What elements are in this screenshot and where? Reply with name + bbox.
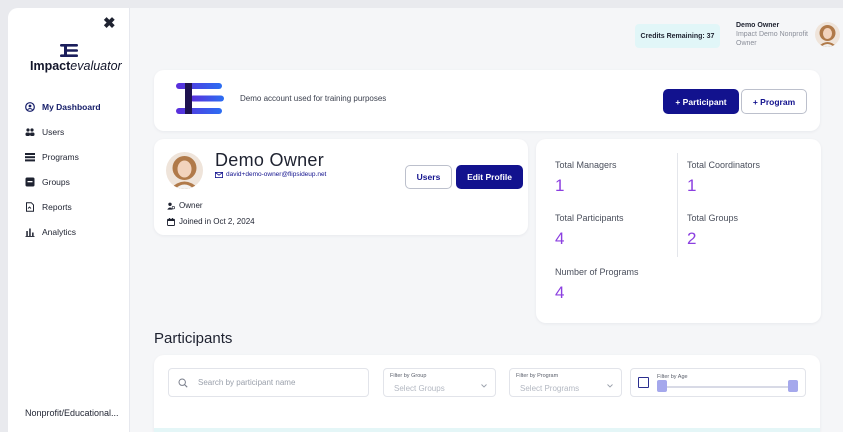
- role-icon: [167, 202, 175, 210]
- organization-selector[interactable]: Nonprofit/Educational...: [25, 408, 119, 418]
- sidebar-item-users[interactable]: Users: [25, 119, 101, 144]
- mail-icon: [215, 171, 223, 178]
- sidebar-item-label: Programs: [42, 151, 79, 162]
- logo-mark-icon: [60, 44, 78, 57]
- impact-logo-icon: [176, 83, 224, 114]
- search-input[interactable]: [198, 378, 348, 387]
- stat-value: 2: [687, 229, 697, 248]
- search-icon: [178, 377, 188, 388]
- demo-banner-card: Demo account used for training purposes …: [154, 70, 820, 131]
- sidebar-item-label: Analytics: [42, 226, 77, 237]
- table-header-stripe: [154, 428, 820, 432]
- profile-name: Demo Owner: [215, 150, 325, 170]
- credits-badge: Credits Remaining: 37: [635, 24, 720, 48]
- sidebar-item-groups[interactable]: Groups: [25, 169, 101, 194]
- avatar[interactable]: [815, 22, 840, 47]
- current-user-info[interactable]: Demo Owner Impact Demo Nonprofit Owner: [736, 21, 808, 48]
- profile-joined: Joined in Oct 2, 2024: [167, 217, 255, 226]
- dashboard-icon: [25, 101, 35, 112]
- sidebar-item-analytics[interactable]: Analytics: [25, 219, 101, 244]
- calendar-icon: [167, 217, 175, 226]
- stat-total-coordinators: Total Coordinators 1: [687, 160, 760, 196]
- stat-total-managers: Total Managers 1: [555, 160, 617, 196]
- participants-filter-card: Filter by Group Select Groups Filter by …: [154, 355, 820, 432]
- profile-joined-text: Joined in Oct 2, 2024: [179, 217, 255, 226]
- stat-value: 1: [687, 176, 697, 195]
- profile-role-text: Owner: [179, 201, 203, 210]
- age-slider-max-handle[interactable]: [788, 380, 798, 392]
- sidebar-item-programs[interactable]: Programs: [25, 144, 101, 169]
- stat-value: 1: [555, 176, 565, 195]
- users-button[interactable]: Users: [405, 165, 452, 189]
- stat-number-of-programs: Number of Programs 4: [555, 267, 639, 303]
- sidebar-item-label: Reports: [42, 201, 72, 212]
- filter-by-group-select[interactable]: Filter by Group Select Groups: [383, 368, 496, 397]
- stat-total-groups: Total Groups 2: [687, 213, 738, 249]
- stat-label: Total Participants: [555, 213, 624, 223]
- stat-label: Total Groups: [687, 213, 739, 223]
- stat-total-participants: Total Participants 4: [555, 213, 624, 249]
- demo-account-notice: Demo account used for training purposes: [240, 94, 387, 103]
- participants-title: Participants: [154, 330, 233, 347]
- profile-role: Owner: [167, 201, 203, 210]
- filter-program-label: Filter by Program: [516, 373, 559, 379]
- programs-icon: [25, 152, 35, 162]
- edit-profile-button[interactable]: Edit Profile: [456, 165, 523, 189]
- users-icon: [25, 127, 35, 137]
- current-user-name: Demo Owner: [736, 22, 780, 29]
- stat-label: Number of Programs: [555, 267, 639, 277]
- current-user-org: Impact Demo Nonprofit: [736, 31, 808, 38]
- add-program-button[interactable]: + Program: [741, 89, 807, 114]
- stats-divider: [677, 153, 678, 257]
- filter-group-label: Filter by Group: [390, 373, 427, 379]
- brand-name: Impactevaluator: [30, 59, 122, 73]
- chevron-down-icon: [481, 384, 487, 388]
- sidebar-nav: My Dashboard Users Programs Groups Repor…: [25, 94, 101, 244]
- filter-group-placeholder: Select Groups: [394, 384, 445, 393]
- filter-by-age: Filter by Age: [630, 368, 806, 397]
- age-filter-checkbox[interactable]: [638, 377, 649, 388]
- age-slider-track[interactable]: [661, 386, 791, 388]
- groups-icon: [25, 177, 35, 187]
- app-window: ✖ Impactevaluator My Dashboard Users Pro…: [8, 8, 843, 432]
- profile-email-text: david+demo-owner@flipsideup.net: [226, 171, 327, 178]
- age-slider-min-handle[interactable]: [657, 380, 667, 392]
- filter-program-placeholder: Select Programs: [520, 384, 580, 393]
- stat-value: 4: [555, 229, 565, 248]
- sidebar-item-label: Users: [42, 126, 65, 137]
- stats-card: Total Managers 1 Total Coordinators 1 To…: [536, 139, 821, 323]
- reports-icon: [25, 201, 35, 212]
- sidebar-item-label: My Dashboard: [42, 101, 101, 112]
- profile-card: Demo Owner david+demo-owner@flipsideup.n…: [154, 139, 528, 235]
- sidebar-item-my-dashboard[interactable]: My Dashboard: [25, 94, 101, 119]
- chevron-down-icon: [607, 384, 613, 388]
- stat-label: Total Managers: [555, 160, 617, 170]
- close-sidebar-button[interactable]: ✖: [103, 16, 116, 31]
- stat-value: 4: [555, 283, 565, 302]
- profile-email: david+demo-owner@flipsideup.net: [215, 171, 326, 178]
- participant-search[interactable]: [168, 368, 369, 397]
- sidebar: ✖ Impactevaluator My Dashboard Users Pro…: [8, 8, 130, 432]
- sidebar-item-label: Groups: [42, 176, 70, 187]
- profile-avatar: [166, 152, 203, 189]
- stat-label: Total Coordinators: [687, 160, 761, 170]
- sidebar-item-reports[interactable]: Reports: [25, 194, 101, 219]
- filter-by-program-select[interactable]: Filter by Program Select Programs: [509, 368, 622, 397]
- current-user-role: Owner: [736, 40, 757, 47]
- analytics-icon: [25, 227, 35, 237]
- add-participant-button[interactable]: + Participant: [663, 89, 739, 114]
